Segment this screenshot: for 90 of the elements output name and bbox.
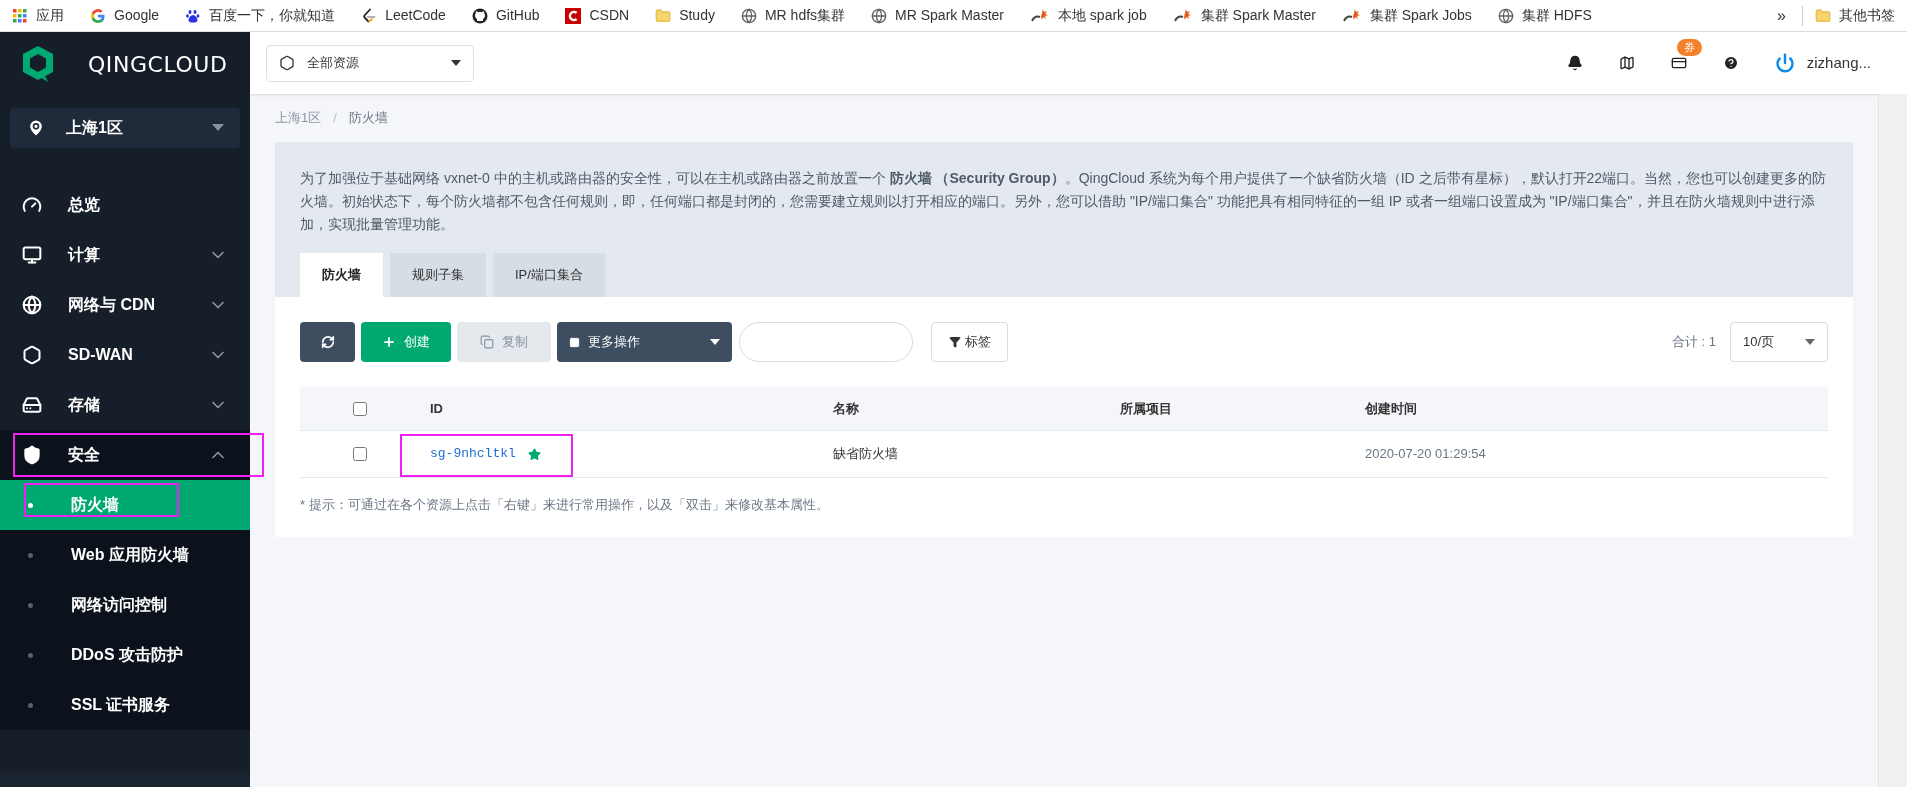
plus-icon: [382, 335, 396, 349]
page-size-selector[interactable]: 10/页: [1730, 322, 1828, 362]
tab[interactable]: 防火墙: [300, 253, 383, 297]
breadcrumb-link[interactable]: 防火墙: [348, 108, 388, 128]
nav-item[interactable]: 存储: [0, 380, 250, 430]
column-header: 创建时间: [1364, 399, 1418, 418]
monitor-icon: [22, 245, 42, 265]
logo-text: QINGCLOUD: [88, 50, 228, 79]
copy-icon: [480, 335, 494, 349]
bullet-icon: [28, 602, 33, 608]
nav-item[interactable]: 计算: [0, 230, 250, 280]
help-icon[interactable]: [1722, 55, 1739, 71]
description-text: 为了加强位于基础网络 vxnet-0 中的主机或路由器的安全性，可以在主机或路由器之前放置一个 防火墙 （Security Group）。QingCloud 系统为每个用户提供了一个缺省防火墙（ID 之后带有星标），默认打开22端口。当然，您也可以创建更多的防火墙。初始状态下，每个防火墙都不包含任何规则，即，任何端口都是封闭的，您需要建立规则以打开相应的端口。另外，您可以借助 "IP/端口集合" 功能把具有相同特征的一组 IP 或者一组端口设置成为 "IP/端口集合"，并且在防火墙规则中进行添加，实现批量管理功能。: [300, 169, 1828, 234]
globe-icon: [871, 7, 888, 24]
table-cell-text: 缺省防火墙: [832, 445, 899, 464]
bookmark[interactable]: LeetCode: [361, 5, 446, 26]
bookmark[interactable]: 其他书签: [1815, 5, 1895, 26]
column-header: 所属项目: [1119, 399, 1173, 418]
nav-subitem[interactable]: Web 应用防火墙: [0, 530, 250, 580]
bookmark[interactable]: 集群 Spark Master: [1172, 5, 1316, 26]
refresh-button[interactable]: [300, 322, 355, 362]
coupon-badge: 券: [1676, 39, 1702, 56]
caret-down-icon: [1805, 339, 1815, 345]
tag-filter-button[interactable]: 标签: [931, 322, 1008, 362]
globe-icon: [22, 295, 42, 315]
total-count: 合计 : 1: [1671, 333, 1716, 352]
power-icon: [1774, 53, 1795, 73]
nav-item[interactable]: SD-WAN: [0, 330, 250, 380]
more-actions-button[interactable]: 更多操作: [557, 322, 732, 362]
bookmark[interactable]: 百度一下，你就知道: [185, 5, 336, 26]
bookmark[interactable]: 应用: [12, 5, 64, 26]
copy-button: 复制: [457, 322, 551, 362]
folder-icon: [655, 7, 672, 24]
bracket-icon: [361, 7, 378, 24]
nav-subitem[interactable]: DDoS 攻击防护: [0, 630, 250, 680]
bookmark[interactable]: MR hdfs集群: [740, 5, 846, 26]
caret-down-icon: [451, 60, 461, 66]
refresh-icon: [320, 335, 335, 349]
breadcrumb-separator: /: [333, 109, 337, 128]
resource-id-link[interactable]: sg-9nhcltkl: [430, 444, 516, 464]
hexagon-icon: [22, 345, 42, 365]
bookmark[interactable]: CSDN: [565, 5, 630, 26]
hint-text: * 提示：可通过在各个资源上点击「右键」来进行常用操作，以及「双击」来修改基本属性。: [300, 496, 830, 514]
google-icon: [90, 7, 106, 24]
bullet-icon: [28, 652, 33, 658]
nav-subitem[interactable]: 网络访问控制: [0, 580, 250, 630]
bell-icon[interactable]: [1566, 55, 1583, 71]
paw-icon: [185, 7, 202, 24]
more-bookmarks-button[interactable]: »: [1777, 3, 1786, 28]
folder-icon: [1815, 7, 1831, 24]
filter-icon: [948, 336, 961, 348]
map-icon[interactable]: [1618, 55, 1635, 71]
column-header: 名称: [832, 399, 860, 418]
region-selector[interactable]: 上海1区: [10, 108, 240, 148]
bookmark[interactable]: 本地 spark job: [1030, 5, 1147, 26]
nav-subitem[interactable]: SSL 证书服务: [0, 680, 250, 730]
bookmark[interactable]: MR Spark Master: [871, 5, 1004, 26]
search-field[interactable]: [739, 322, 913, 362]
table-cell-text: 2020-07-20 01:29:54: [1364, 445, 1487, 464]
caret-down-icon: [212, 124, 224, 132]
drive-icon: [22, 395, 42, 415]
hexagon-icon: [279, 55, 295, 71]
apps-grid-icon: [12, 7, 28, 24]
column-header: ID: [429, 399, 444, 418]
bullet-icon: [28, 502, 33, 508]
cat-icon: [471, 7, 488, 24]
bullet-icon: [28, 702, 33, 708]
bookmark[interactable]: 集群 HDFS: [1497, 5, 1592, 26]
logo-icon: [20, 44, 56, 84]
bookmark[interactable]: GitHub: [471, 5, 540, 26]
caret-down-icon: [710, 339, 720, 345]
tab[interactable]: IP/端口集合: [493, 253, 605, 297]
bookmark[interactable]: Google: [90, 5, 160, 26]
nav-item[interactable]: 网络与 CDN: [0, 280, 250, 330]
bookmark[interactable]: 集群 Spark Jobs: [1341, 5, 1472, 26]
shield-icon: [22, 445, 42, 465]
tab[interactable]: 规则子集: [390, 253, 486, 297]
nav-item[interactable]: 总览: [0, 180, 250, 230]
nav-item[interactable]: 安全: [0, 430, 250, 480]
gauge-icon: [22, 195, 42, 215]
user-menu[interactable]: zizhang...: [1774, 51, 1871, 75]
resource-selector[interactable]: 全部资源: [266, 44, 474, 82]
select-all-checkbox[interactable]: [353, 401, 367, 416]
card-icon[interactable]: [1670, 55, 1687, 71]
c-logo-icon: [565, 7, 582, 24]
globe-icon: [740, 7, 757, 24]
globe-icon: [1497, 7, 1514, 24]
row-checkbox[interactable]: [353, 447, 367, 461]
bullet-icon: [28, 552, 33, 558]
bookmark[interactable]: Study: [655, 5, 715, 26]
